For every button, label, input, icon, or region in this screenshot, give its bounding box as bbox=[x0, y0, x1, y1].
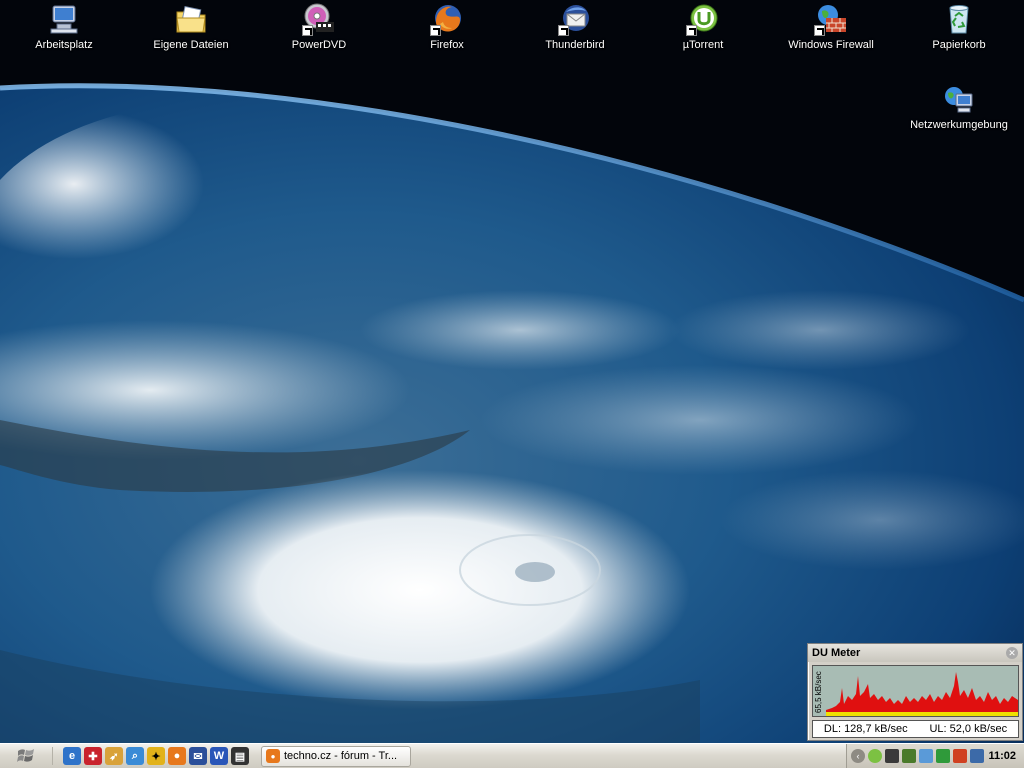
desktop-icon-firefox[interactable]: Firefox bbox=[392, 2, 502, 64]
system-tray: ‹ 11:02 bbox=[846, 744, 1024, 768]
du-meter-window[interactable]: DU Meter ✕ 65,5 kB/sec DL: 128,7 kB/sec … bbox=[807, 643, 1023, 741]
recycle-bin-icon bbox=[942, 2, 976, 36]
volume-icon[interactable] bbox=[919, 749, 933, 763]
du-meter-title: DU Meter bbox=[812, 647, 861, 659]
terminal-icon[interactable]: ▤ bbox=[231, 747, 249, 765]
du-meter-titlebar[interactable]: DU Meter ✕ bbox=[808, 644, 1022, 662]
aim-icon[interactable]: ✦ bbox=[147, 747, 165, 765]
firefox-icon[interactable]: ● bbox=[168, 747, 186, 765]
arrows-icon[interactable] bbox=[936, 749, 950, 763]
search-icon[interactable]: ⌕ bbox=[126, 747, 144, 765]
windows-logo-icon bbox=[17, 749, 34, 762]
utorrent-icon bbox=[686, 2, 720, 36]
desktop-icon-label: Firefox bbox=[430, 39, 464, 51]
firewall-icon bbox=[814, 2, 848, 36]
quick-launch: e ✚ ➶ ⌕ ✦ ● ✉ W ▤ bbox=[52, 747, 255, 765]
network-icon[interactable] bbox=[885, 749, 899, 763]
thunderbird-icon[interactable]: ✉ bbox=[189, 747, 207, 765]
du-meter-graph: 65,5 kB/sec bbox=[812, 665, 1019, 717]
desktop-icon-label: Windows Firewall bbox=[788, 39, 874, 51]
chevron-left-icon[interactable]: ‹ bbox=[851, 749, 865, 763]
desktop-icon-thunderbird[interactable]: Thunderbird bbox=[520, 2, 630, 64]
thunderbird-icon bbox=[558, 2, 592, 36]
desktop-icon-label: PowerDVD bbox=[291, 39, 347, 51]
utorrent-icon[interactable] bbox=[868, 749, 882, 763]
du-meter-readout: DL: 128,7 kB/sec UL: 52,0 kB/sec bbox=[812, 720, 1019, 738]
close-icon[interactable]: ✕ bbox=[1006, 647, 1018, 659]
usb-icon[interactable] bbox=[902, 749, 916, 763]
desktop-icon-netzwerkumgebung[interactable]: Netzwerkumgebung bbox=[904, 82, 1014, 144]
computer-icon bbox=[47, 2, 81, 36]
word-icon[interactable]: W bbox=[210, 747, 228, 765]
app-red-icon[interactable]: ✚ bbox=[84, 747, 102, 765]
taskbar: e ✚ ➶ ⌕ ✦ ● ✉ W ▤ ● techno.cz - fórum - … bbox=[0, 743, 1024, 768]
activity-icon[interactable] bbox=[953, 749, 967, 763]
documents-folder-icon bbox=[174, 2, 208, 36]
firefox-icon: ● bbox=[266, 749, 280, 763]
desktop-icon-label: Eigene Dateien bbox=[153, 39, 229, 51]
desktop-icon-arbeitsplatz[interactable]: Arbeitsplatz bbox=[9, 2, 119, 64]
taskbar-window-button[interactable]: ● techno.cz - fórum - Tr... bbox=[261, 745, 411, 767]
powerdvd-icon bbox=[302, 2, 336, 36]
upload-rate: UL: 52,0 kB/sec bbox=[929, 723, 1008, 735]
desktop-icon-powerdvd[interactable]: PowerDVD bbox=[264, 2, 374, 64]
desktop-icon-papierkorb[interactable]: Papierkorb bbox=[904, 2, 1014, 64]
desktop-icon-eigene-dateien[interactable]: Eigene Dateien bbox=[136, 2, 246, 64]
download-graph bbox=[826, 672, 1018, 716]
desktop-icon-label: µTorrent bbox=[682, 39, 724, 51]
taskbar-window-title: techno.cz - fórum - Tr... bbox=[284, 750, 398, 762]
desktop-icon-label: Netzwerkumgebung bbox=[910, 119, 1008, 131]
shield-icon[interactable] bbox=[970, 749, 984, 763]
desktop-icon-utorrent[interactable]: µTorrent bbox=[648, 2, 758, 64]
ie-icon[interactable]: e bbox=[63, 747, 81, 765]
download-rate: DL: 128,7 kB/sec bbox=[823, 723, 908, 735]
clock[interactable]: 11:02 bbox=[988, 750, 1020, 762]
desktop-icon-windows-firewall[interactable]: Windows Firewall bbox=[776, 2, 886, 64]
du-meter-scale: 65,5 kB/sec bbox=[814, 671, 823, 713]
network-icon bbox=[942, 82, 976, 116]
desktop-icon-label: Thunderbird bbox=[545, 39, 605, 51]
desktop-icon-label: Arbeitsplatz bbox=[35, 39, 93, 51]
upload-graph bbox=[826, 712, 1018, 716]
firefox-icon bbox=[430, 2, 464, 36]
start-button[interactable] bbox=[0, 745, 52, 768]
rocket-icon[interactable]: ➶ bbox=[105, 747, 123, 765]
desktop-icon-label: Papierkorb bbox=[932, 39, 986, 51]
